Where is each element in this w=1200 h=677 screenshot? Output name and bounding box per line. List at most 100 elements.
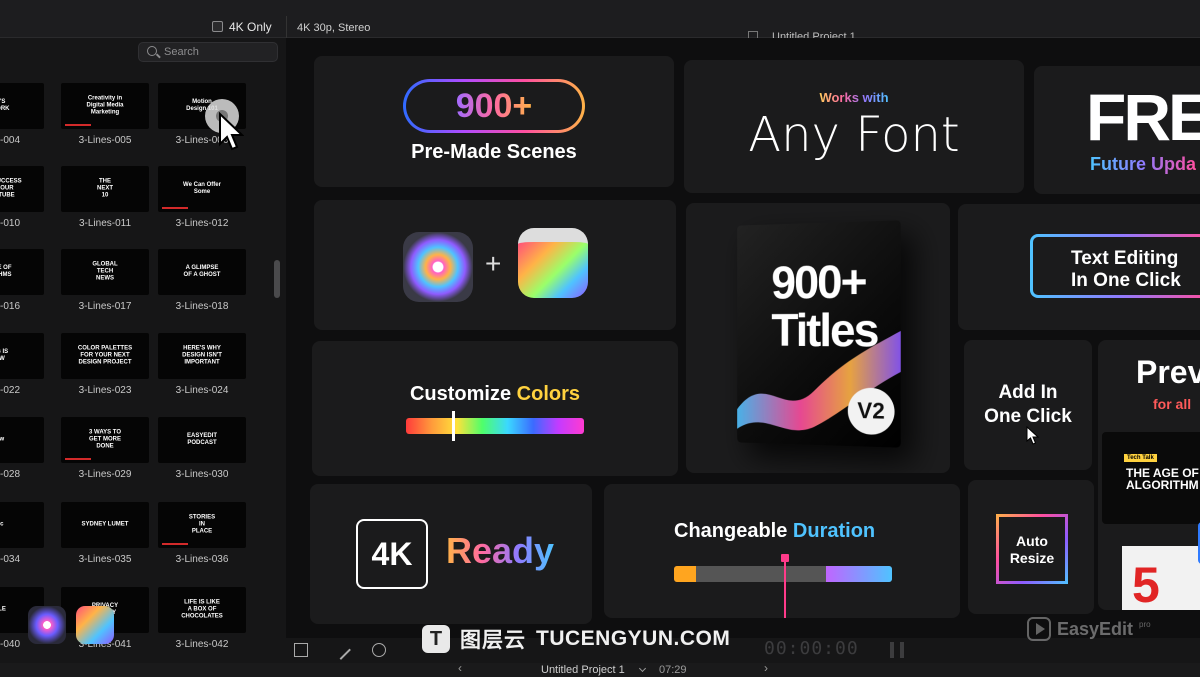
- clip-thumbnail[interactable]: SYDNEY LUMET: [61, 502, 149, 548]
- playhead[interactable]: [781, 554, 789, 618]
- chevron-down-icon[interactable]: [638, 664, 647, 673]
- clip-thumbnail[interactable]: 3 WAYS TO GET MORE DONE: [61, 417, 149, 463]
- clip-name[interactable]: 3-Lines-030: [152, 469, 252, 480]
- auto-line2: Resize: [1009, 550, 1055, 566]
- clip-thumbnail[interactable]: COLOR PALETTES FOR YOUR NEXT DESIGN PROJ…: [61, 333, 149, 379]
- duration-start: [674, 566, 696, 582]
- product-box: 900+ Titles V2: [737, 220, 901, 448]
- preview-sub-label: for all: [1153, 396, 1192, 412]
- tucengyun-en: TUCENGYUN.COM: [536, 627, 731, 650]
- 4k-only-checkbox[interactable]: [212, 21, 223, 32]
- timeline-header: ‹ Untitled Project 1 07:29 ›: [0, 661, 1200, 677]
- search-field[interactable]: Search: [138, 42, 278, 62]
- clip-thumbnail[interactable]: NG IS EW: [0, 333, 44, 379]
- viewer-canvas[interactable]: 900+ Pre-Made Scenes Works with Any Font…: [286, 38, 1200, 638]
- customize-word: Customize: [409, 383, 512, 405]
- thumb-tag: Tech Talk: [1124, 454, 1157, 462]
- clip-thumbnail-text: Creativity in Digital Media Marketing: [86, 95, 124, 116]
- auto-resize-frame: Auto Resize: [996, 514, 1068, 584]
- transform-icon[interactable]: [294, 643, 308, 657]
- box-count: 900+: [771, 254, 866, 309]
- final-cut-pro-icon: [518, 228, 588, 298]
- clip-thumbnail[interactable]: We Can Offer Some: [158, 166, 246, 212]
- project-duration: 07:29: [659, 664, 687, 676]
- duration-title: Changeable Duration: [674, 520, 875, 543]
- clip-thumbnail[interactable]: IT'S WORK: [0, 83, 44, 129]
- clip-thumbnail[interactable]: THE NEXT 10: [61, 166, 149, 212]
- tucengyun-cn: 图层云: [460, 629, 526, 652]
- project-format-label: 4K 30p, Stereo: [297, 22, 371, 34]
- clip-thumbnail[interactable]: A GLIMPSE OF A GHOST: [158, 249, 246, 295]
- scenes-count-pill: 900+: [403, 79, 585, 133]
- clip-thumbnail[interactable]: GLOBAL TECH NEWS: [61, 249, 149, 295]
- text-editing-card: Text Editing In One Click: [958, 204, 1200, 330]
- clip-name[interactable]: 3-Lines-012: [152, 218, 252, 229]
- tucengyun-watermark: T 图层云 TUCENGYUN.COM: [422, 624, 730, 654]
- clip-thumbnail[interactable]: HERE'S WHY DESIGN ISN'T IMPORTANT: [158, 333, 246, 379]
- clip-name[interactable]: 3-Lines-017: [55, 301, 155, 312]
- clip-thumbnail[interactable]: AGE OF RITHMS: [0, 249, 44, 295]
- duration-bar[interactable]: [674, 566, 892, 582]
- duration-word: Duration: [792, 520, 876, 542]
- toolbar-divider: [286, 16, 287, 38]
- plus-sign: +: [485, 248, 502, 279]
- browser-scrollbar[interactable]: [274, 260, 280, 298]
- clip-thumbnail[interactable]: EASYEDIT PODCAST: [158, 417, 246, 463]
- clip-thumbnail[interactable]: FOR SUCCESS OF YOUR YOUTUBE: [0, 166, 44, 212]
- clip-thumbnail-text: STORIES IN PLACE: [188, 514, 216, 535]
- clip-thumbnail[interactable]: LIFE IS LIKE A BOX OF CHOCOLATES: [158, 587, 246, 633]
- clip-name[interactable]: 3-Lines-023: [55, 385, 155, 396]
- clip-accent-bar: [162, 207, 189, 209]
- clip-thumbnail[interactable]: tic: [0, 502, 44, 548]
- auto-resize-card: Auto Resize: [968, 480, 1094, 614]
- project-name[interactable]: Untitled Project 1: [541, 664, 625, 676]
- color-slider-handle[interactable]: [452, 411, 455, 441]
- clip-name[interactable]: 3-Lines-035: [55, 554, 155, 565]
- clip-accent-bar: [162, 543, 189, 545]
- clip-thumbnail-text: HERE'S WHY DESIGN ISN'T IMPORTANT: [182, 345, 222, 366]
- effects-wand-icon[interactable]: [331, 640, 351, 660]
- preview-thumb: Tech Talk THE AGE OF ALGORITHM: [1102, 432, 1200, 524]
- clip-thumbnail[interactable]: Creativity in Digital Media Marketing: [61, 83, 149, 129]
- clip-thumbnail-text: THE NEXT 10: [96, 178, 113, 199]
- speed-gauge-icon[interactable]: [372, 643, 386, 657]
- clip-name[interactable]: 3-Lines-042: [152, 639, 252, 650]
- clip-thumbnail-text: tic: [0, 521, 4, 528]
- tucengyun-logo: T: [422, 625, 450, 653]
- scenes-card: 900+ Pre-Made Scenes: [314, 56, 674, 187]
- free-updates-card: FRE Future Upda: [1034, 66, 1200, 194]
- clip-thumbnail-text: GLOBAL TECH NEWS: [92, 261, 118, 282]
- add-in-card: Add In One Click: [964, 340, 1092, 470]
- thumb-line2: ALGORITHM: [1126, 478, 1199, 492]
- search-placeholder: Search: [164, 46, 199, 58]
- clip-name[interactable]: 3-Lines-018: [152, 301, 252, 312]
- preview-number-tile: 5: [1122, 546, 1200, 610]
- pause-icon[interactable]: [890, 642, 904, 658]
- clip-name[interactable]: 3-Lines-024: [152, 385, 252, 396]
- motion-app-icon: [403, 232, 473, 302]
- clip-name[interactable]: 3-Lines-029: [55, 469, 155, 480]
- nav-back-icon[interactable]: ‹: [458, 661, 462, 675]
- clip-thumbnail-text: EASYEDIT PODCAST: [186, 433, 217, 446]
- add-in-line1: Add In: [998, 382, 1058, 403]
- clip-thumbnail-text: IT'S WORK: [0, 99, 10, 112]
- color-slider[interactable]: [406, 411, 584, 441]
- top-toolbar: 4K Only 4K 30p, Stereo Untitled Project …: [0, 0, 1200, 43]
- speech-bubble: Text Editing In One Click: [1030, 234, 1200, 298]
- nav-forward-icon[interactable]: ›: [764, 661, 768, 675]
- timecode-display: 00:00:00: [764, 638, 859, 659]
- colors-word: Colors: [516, 383, 581, 405]
- clip-thumbnail[interactable]: ow: [0, 417, 44, 463]
- clip-thumbnail[interactable]: STORIES IN PLACE: [158, 502, 246, 548]
- clip-name[interactable]: 3-Lines-005: [55, 135, 155, 146]
- preview-label: Prev: [1136, 354, 1200, 390]
- any-font-label: Any Font: [748, 107, 960, 163]
- clip-thumbnail-text: SYDNEY LUMET: [81, 521, 129, 528]
- duration-range: [826, 566, 892, 582]
- scenes-label: Pre-Made Scenes: [411, 141, 577, 163]
- clip-name[interactable]: 3-Lines-011: [55, 218, 155, 229]
- clip-name[interactable]: 3-Lines-036: [152, 554, 252, 565]
- future-updates-label: Future Upda: [1090, 154, 1196, 174]
- big-number: 5: [1132, 557, 1160, 610]
- clip-thumbnail-text: 3 WAYS TO GET MORE DONE: [88, 429, 121, 450]
